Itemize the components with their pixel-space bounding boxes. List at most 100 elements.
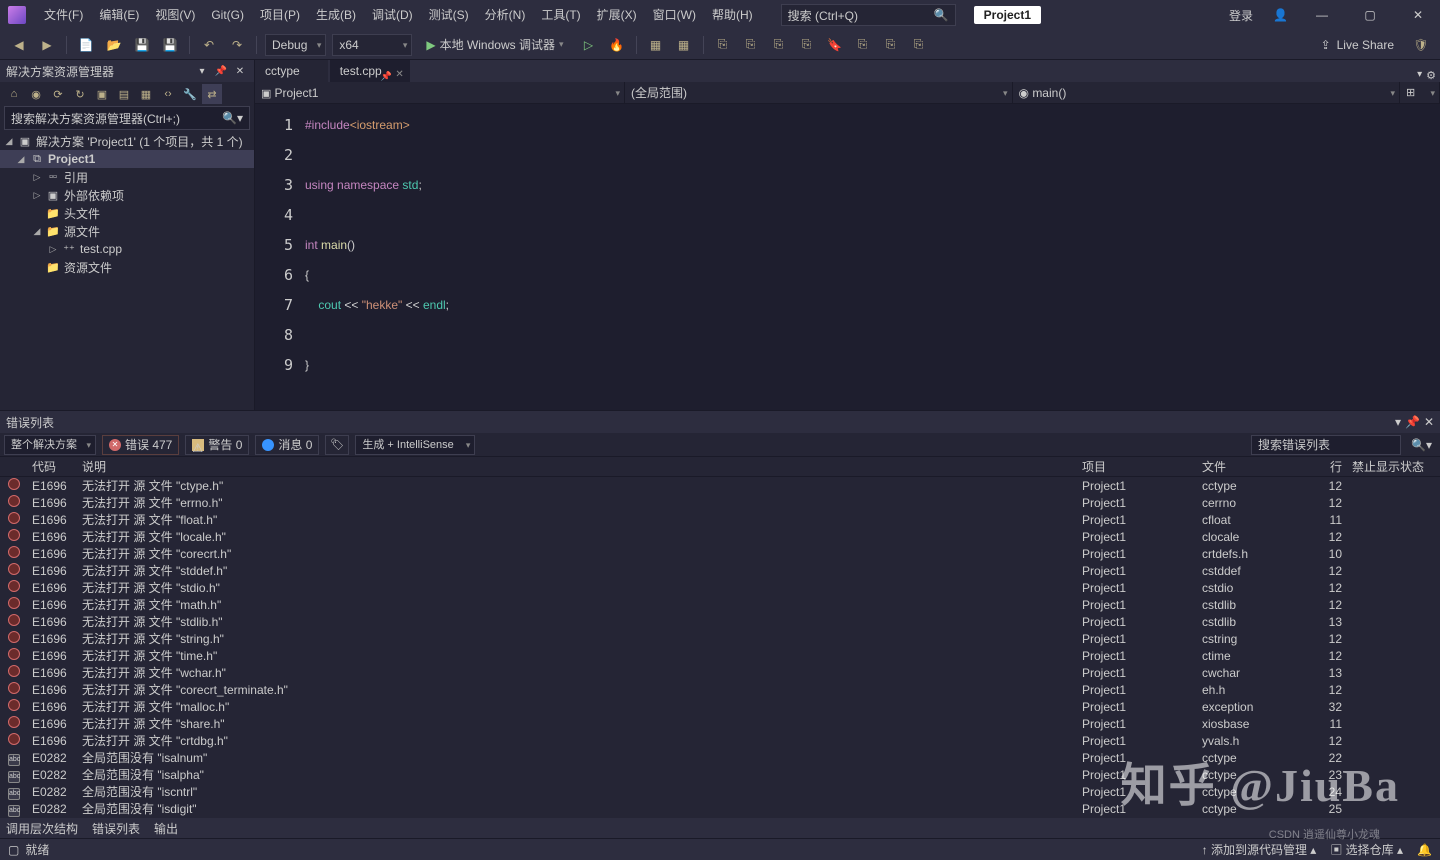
global-search[interactable]: 搜索 (Ctrl+Q) 🔍 bbox=[781, 4, 956, 26]
tree-project[interactable]: ◢⧉Project1 bbox=[0, 150, 254, 168]
menu-帮助(H)[interactable]: 帮助(H) bbox=[704, 0, 761, 30]
error-row[interactable]: E1696无法打开 源 文件 "locale.h"Project1clocale… bbox=[0, 528, 1440, 545]
live-share[interactable]: ⇪ Live Share bbox=[1311, 38, 1404, 52]
error-row[interactable]: E1696无法打开 源 文件 "errno.h"Project1cerrno12 bbox=[0, 494, 1440, 511]
filter-toggle[interactable]: 🏷 bbox=[325, 435, 349, 455]
tb-icon-9[interactable]: ⎘ bbox=[880, 34, 902, 56]
tab-testcpp[interactable]: test.cpp📌✕ bbox=[330, 60, 410, 82]
panel-close-icon[interactable]: ✕ bbox=[232, 66, 248, 77]
tree-sources[interactable]: ◢📁源文件 bbox=[0, 222, 254, 240]
project-badge[interactable]: Project1 bbox=[974, 6, 1041, 24]
error-pill[interactable]: ✕错误 477 bbox=[102, 435, 179, 455]
error-row[interactable]: E1696无法打开 源 文件 "float.h"Project1cfloat11 bbox=[0, 511, 1440, 528]
menu-扩展(X)[interactable]: 扩展(X) bbox=[589, 0, 645, 30]
notification-icon[interactable]: 🔔 bbox=[1417, 843, 1432, 857]
tb-icon-1[interactable]: ▦ bbox=[645, 34, 667, 56]
source-filter[interactable]: 生成 + IntelliSense bbox=[355, 435, 475, 455]
error-row[interactable]: E1696无法打开 源 文件 "share.h"Project1xiosbase… bbox=[0, 715, 1440, 732]
tb-icon-3[interactable]: ⎘ bbox=[712, 34, 734, 56]
se-home-icon[interactable]: ⌂ bbox=[4, 84, 24, 104]
tb-icon-7[interactable]: 🔖 bbox=[824, 34, 846, 56]
error-row[interactable]: E1696无法打开 源 文件 "stdio.h"Project1cstdio12 bbox=[0, 579, 1440, 596]
se-collapse-icon[interactable]: ▣ bbox=[92, 84, 112, 104]
tb-icon-8[interactable]: ⎘ bbox=[852, 34, 874, 56]
menu-文件(F)[interactable]: 文件(F) bbox=[36, 0, 91, 30]
error-row[interactable]: abcE0282全局范围没有 "isalnum"Project1cctype22 bbox=[0, 749, 1440, 766]
tree-refs[interactable]: ▷▫▫引用 bbox=[0, 168, 254, 186]
error-row[interactable]: E1696无法打开 源 文件 "stddef.h"Project1cstddef… bbox=[0, 562, 1440, 579]
new-file-icon[interactable]: 📄 bbox=[75, 34, 97, 56]
tree-testcpp[interactable]: ▷⁺⁺test.cpp bbox=[0, 240, 254, 258]
error-search[interactable]: 搜索错误列表 bbox=[1251, 435, 1401, 455]
save-icon[interactable]: 💾 bbox=[131, 34, 153, 56]
close-button[interactable]: ✕ bbox=[1396, 0, 1440, 30]
panel-pin-icon[interactable]: 📌 bbox=[1405, 415, 1420, 429]
se-refresh-icon[interactable]: ↻ bbox=[70, 84, 90, 104]
menu-分析(N)[interactable]: 分析(N) bbox=[477, 0, 534, 30]
tree-solution[interactable]: ◢▣解决方案 'Project1' (1 个项目，共 1 个) bbox=[0, 132, 254, 150]
error-row[interactable]: abcE0282全局范围没有 "isalpha"Project1cctype23 bbox=[0, 766, 1440, 783]
solution-tree[interactable]: ◢▣解决方案 'Project1' (1 个项目，共 1 个) ◢⧉Projec… bbox=[0, 130, 254, 278]
start-no-debug-icon[interactable]: ▷ bbox=[578, 34, 600, 56]
save-all-icon[interactable]: 💾 bbox=[159, 34, 181, 56]
se-wrench-icon[interactable]: 🔧 bbox=[180, 84, 200, 104]
tb-icon-2[interactable]: ▦ bbox=[673, 34, 695, 56]
se-view-icon[interactable]: ‹› bbox=[158, 84, 178, 104]
error-row[interactable]: E1696无法打开 源 文件 "crtdbg.h"Project1yvals.h… bbox=[0, 732, 1440, 749]
message-pill[interactable]: 消息 0 bbox=[255, 435, 319, 455]
error-row[interactable]: E1696无法打开 源 文件 "string.h"Project1cstring… bbox=[0, 630, 1440, 647]
menu-项目(P)[interactable]: 项目(P) bbox=[252, 0, 308, 30]
menu-编辑(E)[interactable]: 编辑(E) bbox=[91, 0, 147, 30]
tree-resources[interactable]: 📁资源文件 bbox=[0, 258, 254, 276]
se-nav-icon[interactable]: ◉ bbox=[26, 84, 46, 104]
error-row[interactable]: E1696无法打开 源 文件 "time.h"Project1ctime12 bbox=[0, 647, 1440, 664]
admin-icon[interactable]: 🛡 bbox=[1410, 34, 1432, 56]
col-code[interactable]: 代码 bbox=[32, 458, 82, 475]
login-link[interactable]: 登录 bbox=[1221, 7, 1261, 24]
scope-dropdown[interactable]: 整个解决方案 bbox=[4, 435, 96, 455]
warning-pill[interactable]: ⚠警告 0 bbox=[185, 435, 249, 455]
error-row[interactable]: E1696无法打开 源 文件 "corecrt.h"Project1crtdef… bbox=[0, 545, 1440, 562]
run-button[interactable]: ▶ 本地 Windows 调试器 ▾ bbox=[418, 34, 571, 56]
nav-project[interactable]: ▣ Project1 bbox=[255, 82, 625, 103]
error-row[interactable]: E1696无法打开 源 文件 "math.h"Project1cstdlib12 bbox=[0, 596, 1440, 613]
undo-icon[interactable]: ↶ bbox=[198, 34, 220, 56]
col-line[interactable]: 行 bbox=[1322, 458, 1352, 475]
error-rows[interactable]: E1696无法打开 源 文件 "ctype.h"Project1cctype12… bbox=[0, 477, 1440, 818]
menu-工具(T)[interactable]: 工具(T) bbox=[533, 0, 588, 30]
platform-dropdown[interactable]: x64 bbox=[332, 34, 412, 56]
maximize-button[interactable]: ▢ bbox=[1348, 0, 1392, 30]
config-dropdown[interactable]: Debug bbox=[265, 34, 326, 56]
menu-Git(G)[interactable]: Git(G) bbox=[203, 0, 252, 30]
scm-add[interactable]: ↑ 添加到源代码管理 ▴ bbox=[1202, 841, 1317, 858]
repo-select[interactable]: ▣ 选择仓库 ▴ bbox=[1330, 841, 1403, 858]
minimize-button[interactable]: — bbox=[1300, 0, 1344, 30]
menu-生成(B)[interactable]: 生成(B) bbox=[308, 0, 364, 30]
panel-close-icon[interactable]: ✕ bbox=[1424, 415, 1434, 429]
nav-member[interactable]: ◉ main() bbox=[1013, 82, 1401, 103]
panel-dropdown-icon[interactable]: ▾ bbox=[1395, 415, 1401, 429]
nav-fwd-icon[interactable]: ▶ bbox=[36, 34, 58, 56]
error-row[interactable]: E1696无法打开 源 文件 "stdlib.h"Project1cstdlib… bbox=[0, 613, 1440, 630]
se-switch-icon[interactable]: ⇄ bbox=[202, 84, 222, 104]
error-row[interactable]: E1696无法打开 源 文件 "malloc.h"Project1excepti… bbox=[0, 698, 1440, 715]
tabs-settings-icon[interactable]: ⚙ bbox=[1426, 69, 1436, 82]
tab-call-hierarchy[interactable]: 调用层次结构 bbox=[6, 820, 78, 837]
nav-add[interactable]: ⊞ bbox=[1400, 82, 1440, 103]
error-row[interactable]: E1696无法打开 源 文件 "ctype.h"Project1cctype12 bbox=[0, 477, 1440, 494]
open-icon[interactable]: 📂 bbox=[103, 34, 125, 56]
nav-back-icon[interactable]: ◀ bbox=[8, 34, 30, 56]
se-show-icon[interactable]: ▤ bbox=[114, 84, 134, 104]
tab-error-list[interactable]: 错误列表 bbox=[92, 820, 140, 837]
nav-scope[interactable]: (全局范围) bbox=[625, 82, 1013, 103]
se-prop-icon[interactable]: ▦ bbox=[136, 84, 156, 104]
hot-reload-icon[interactable]: 🔥 bbox=[606, 34, 628, 56]
tb-icon-6[interactable]: ⎘ bbox=[796, 34, 818, 56]
tab-cctype[interactable]: cctype bbox=[255, 60, 328, 82]
col-file[interactable]: 文件 bbox=[1202, 458, 1322, 475]
tb-icon-5[interactable]: ⎘ bbox=[768, 34, 790, 56]
search-icon[interactable]: 🔍▾ bbox=[1407, 438, 1436, 452]
tab-output[interactable]: 输出 bbox=[154, 820, 178, 837]
tree-external[interactable]: ▷▣外部依赖项 bbox=[0, 186, 254, 204]
tree-headers[interactable]: 📁头文件 bbox=[0, 204, 254, 222]
